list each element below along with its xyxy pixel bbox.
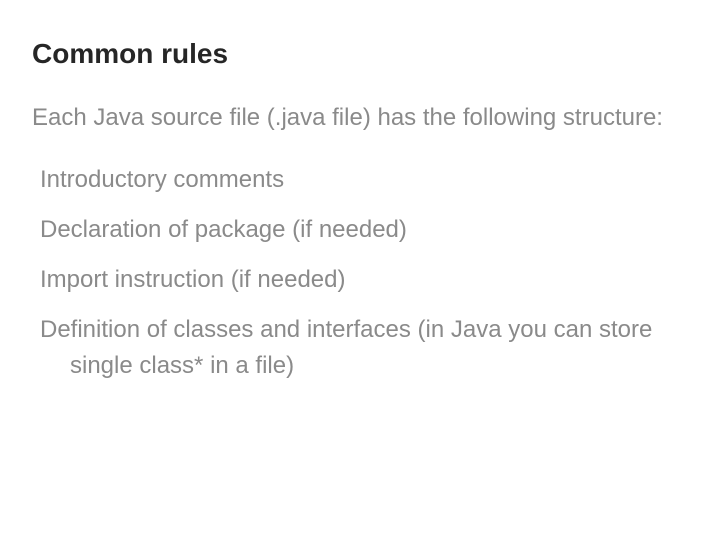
list-item: Definition of classes and interfaces (in… xyxy=(40,312,688,384)
list-item: Import instruction (if needed) xyxy=(40,262,688,298)
list-item: Introductory comments xyxy=(40,162,688,198)
list-item: Declaration of package (if needed) xyxy=(40,212,688,248)
intro-paragraph: Each Java source file (.java file) has t… xyxy=(32,100,688,136)
page-title: Common rules xyxy=(32,38,688,70)
structure-list: Introductory comments Declaration of pac… xyxy=(32,162,688,384)
